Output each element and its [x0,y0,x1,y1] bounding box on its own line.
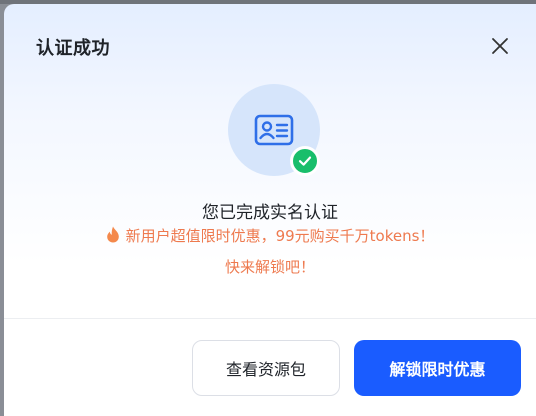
success-message: 您已完成实名认证 [202,203,338,223]
close-icon [492,38,508,54]
close-button[interactable] [490,36,510,56]
promo-line-2: 快来解锁吧！ [224,258,315,276]
footer-divider [4,318,536,319]
flame-icon [106,226,119,243]
view-resource-pack-button[interactable]: 查看资源包 [192,340,340,396]
promo-line-1: 新用户超值限时优惠，99元购买千万tokens！ [4,225,536,246]
promo-text-1: 新用户超值限时优惠，99元购买千万tokens！ [125,227,435,245]
id-card-icon [254,114,294,146]
success-badge [290,146,320,176]
check-icon [298,156,312,166]
success-illustration [228,84,320,176]
verification-success-dialog: 认证成功 您已完成实名认证 新用户超值限时优惠，99元购买千万tokens！ 快… [4,4,536,416]
dialog-title: 认证成功 [36,38,110,59]
unlock-offer-button[interactable]: 解锁限时优惠 [354,340,521,396]
